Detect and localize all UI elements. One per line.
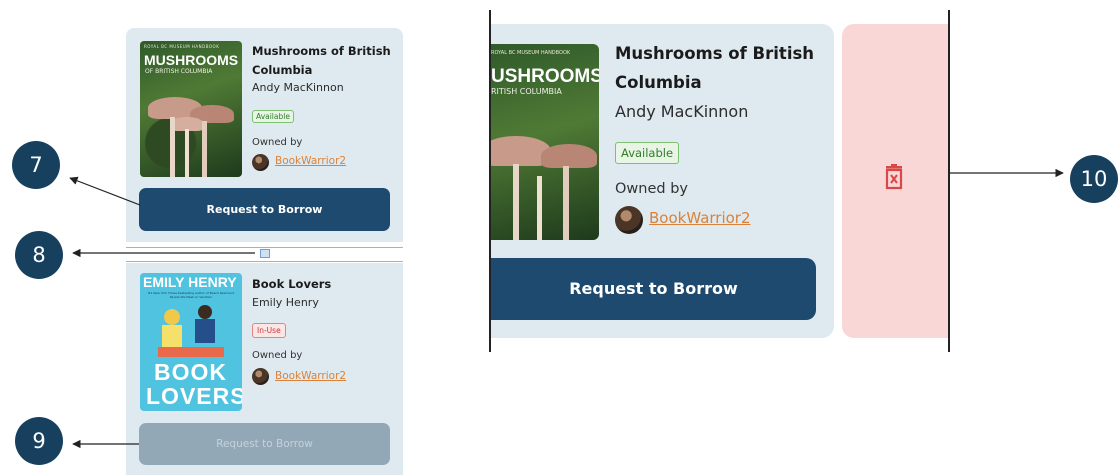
book-title-line2: Columbia xyxy=(615,73,702,92)
request-to-borrow-button[interactable]: Request to Borrow xyxy=(491,258,816,320)
status-badge-available: Available xyxy=(615,142,680,164)
avatar xyxy=(615,206,643,234)
crop-boundary-right xyxy=(948,10,950,352)
owned-by-label: Owned by xyxy=(615,181,688,197)
delete-action-button[interactable] xyxy=(842,24,948,338)
book-author: Andy MacKinnon xyxy=(615,102,749,121)
book-title-line1: Mushrooms of British xyxy=(615,44,815,63)
owner-link[interactable]: BookWarrior2 xyxy=(649,209,751,227)
trash-x-icon xyxy=(885,164,903,190)
arrow-7 xyxy=(69,176,141,206)
book-cover-mushrooms: ROYAL BC MUSEUM HANDBOOK USHROOMS RITISH… xyxy=(491,44,599,240)
